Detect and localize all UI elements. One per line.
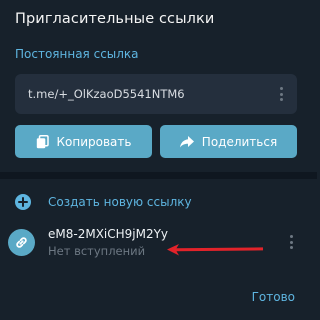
plus-circle-icon: [15, 194, 31, 210]
copy-button-label: Копировать: [56, 134, 132, 149]
permanent-link-text: t.me/+_OlKzaoD5541NTM6: [28, 87, 185, 101]
permanent-link-label: Постоянная ссылка: [15, 47, 139, 61]
invite-link-row[interactable]: eM8-2MXiCH9jM2Yy Нет вступлений: [0, 222, 317, 268]
invite-link-status: Нет вступлений: [48, 244, 146, 258]
done-button[interactable]: Готово: [252, 290, 295, 304]
create-link-label: Создать новую ссылку: [48, 195, 192, 209]
link-icon: [8, 229, 35, 256]
share-arrow-icon: [179, 135, 194, 147]
invite-link-name: eM8-2MXiCH9jM2Yy: [48, 227, 169, 241]
create-link-row[interactable]: Создать новую ссылку: [0, 190, 317, 216]
annotation-arrow-icon: [167, 244, 263, 256]
more-vertical-icon[interactable]: [273, 84, 289, 104]
share-button[interactable]: Поделиться: [160, 125, 297, 158]
copy-icon: [36, 134, 49, 148]
section-divider: [0, 172, 317, 179]
copy-button[interactable]: Копировать: [15, 125, 152, 158]
dialog-title: Пригласительные ссылки: [15, 11, 215, 27]
invite-links-dialog: Пригласительные ссылки Постоянная ссылка…: [0, 0, 317, 320]
permanent-link-field[interactable]: t.me/+_OlKzaoD5541NTM6: [15, 74, 297, 114]
more-vertical-icon[interactable]: [283, 232, 299, 252]
share-button-label: Поделиться: [201, 134, 278, 149]
